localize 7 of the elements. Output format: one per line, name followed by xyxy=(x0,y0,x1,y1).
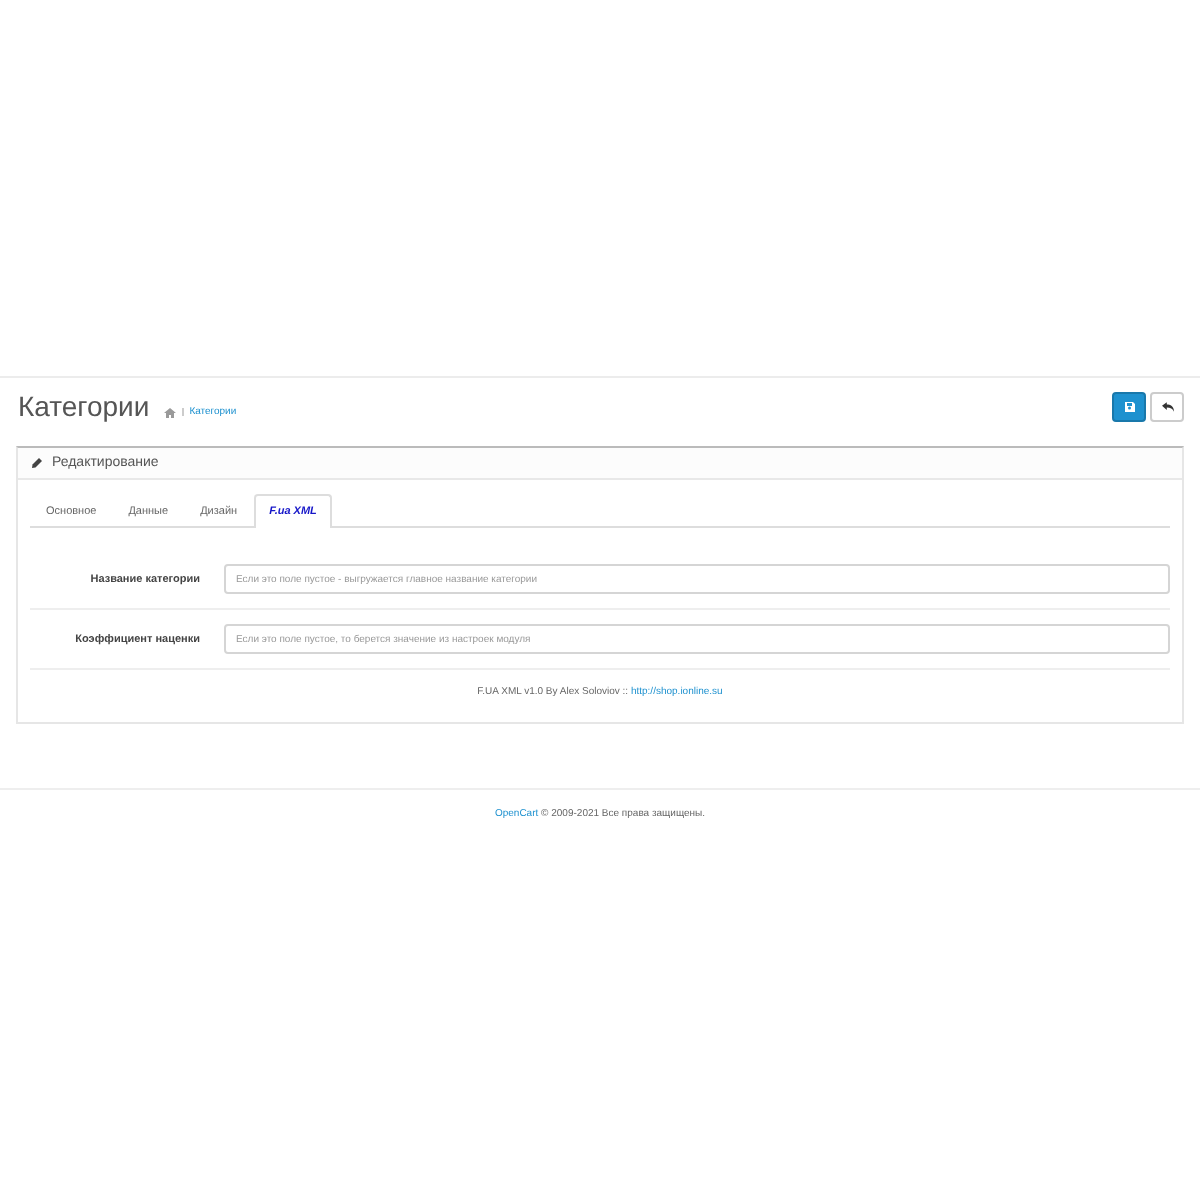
save-button[interactable] xyxy=(1112,392,1146,422)
curved-arrow-icon xyxy=(1161,402,1173,412)
home-icon[interactable] xyxy=(163,407,176,417)
page-title: Категории xyxy=(18,392,150,422)
floppy-icon xyxy=(1123,402,1135,412)
back-button[interactable] xyxy=(1150,392,1184,422)
pencil-icon xyxy=(32,458,42,468)
